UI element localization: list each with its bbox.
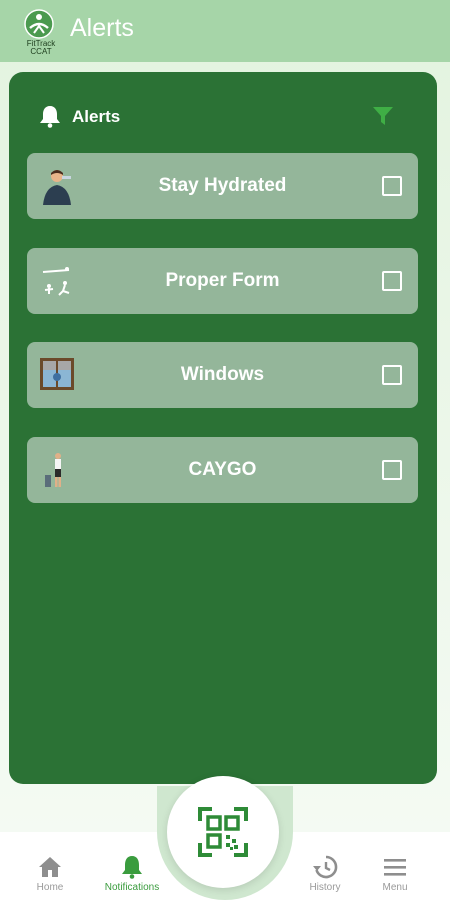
- alert-item-stay-hydrated[interactable]: Stay Hydrated: [27, 153, 418, 219]
- nav-item-home[interactable]: Home: [15, 854, 85, 893]
- alert-item-caygo[interactable]: CAYGO: [27, 437, 418, 503]
- alert-checkbox[interactable]: [382, 271, 402, 291]
- nav-item-history[interactable]: History: [290, 854, 360, 893]
- qr-scan-button[interactable]: [167, 776, 279, 888]
- alert-item-proper-form[interactable]: Proper Form: [27, 248, 418, 314]
- panel-title: Alerts: [72, 107, 121, 126]
- alert-checkbox[interactable]: [382, 365, 402, 385]
- alert-label: Windows: [180, 364, 265, 385]
- alert-item-windows[interactable]: Windows: [27, 342, 418, 408]
- home-icon: [39, 857, 61, 877]
- alert-checkbox[interactable]: [382, 176, 402, 196]
- nav-label: Home: [36, 882, 64, 893]
- logo-text: FitTrack CCAT: [24, 40, 58, 56]
- filter-icon[interactable]: [372, 105, 394, 127]
- bell-icon: [40, 106, 60, 128]
- menu-icon: [384, 859, 406, 876]
- alert-checkbox[interactable]: [382, 460, 402, 480]
- nav-item-menu[interactable]: Menu: [360, 854, 430, 893]
- nav-item-notifications[interactable]: Notifications: [97, 854, 167, 893]
- qr-scan-icon: [198, 807, 248, 857]
- history-icon: [313, 855, 338, 879]
- nav-label: Menu: [382, 882, 408, 893]
- bell-icon: [122, 856, 142, 879]
- page-title: Alerts: [70, 14, 134, 42]
- alert-label: CAYGO: [188, 459, 257, 480]
- logo-text-line2: CCAT: [30, 47, 52, 56]
- nav-label: Notifications: [104, 882, 160, 893]
- nav-label: History: [309, 882, 341, 893]
- alert-label: Stay Hydrated: [158, 175, 287, 196]
- app-header: FitTrack CCAT Alerts: [0, 0, 450, 62]
- alert-label: Proper Form: [165, 270, 280, 291]
